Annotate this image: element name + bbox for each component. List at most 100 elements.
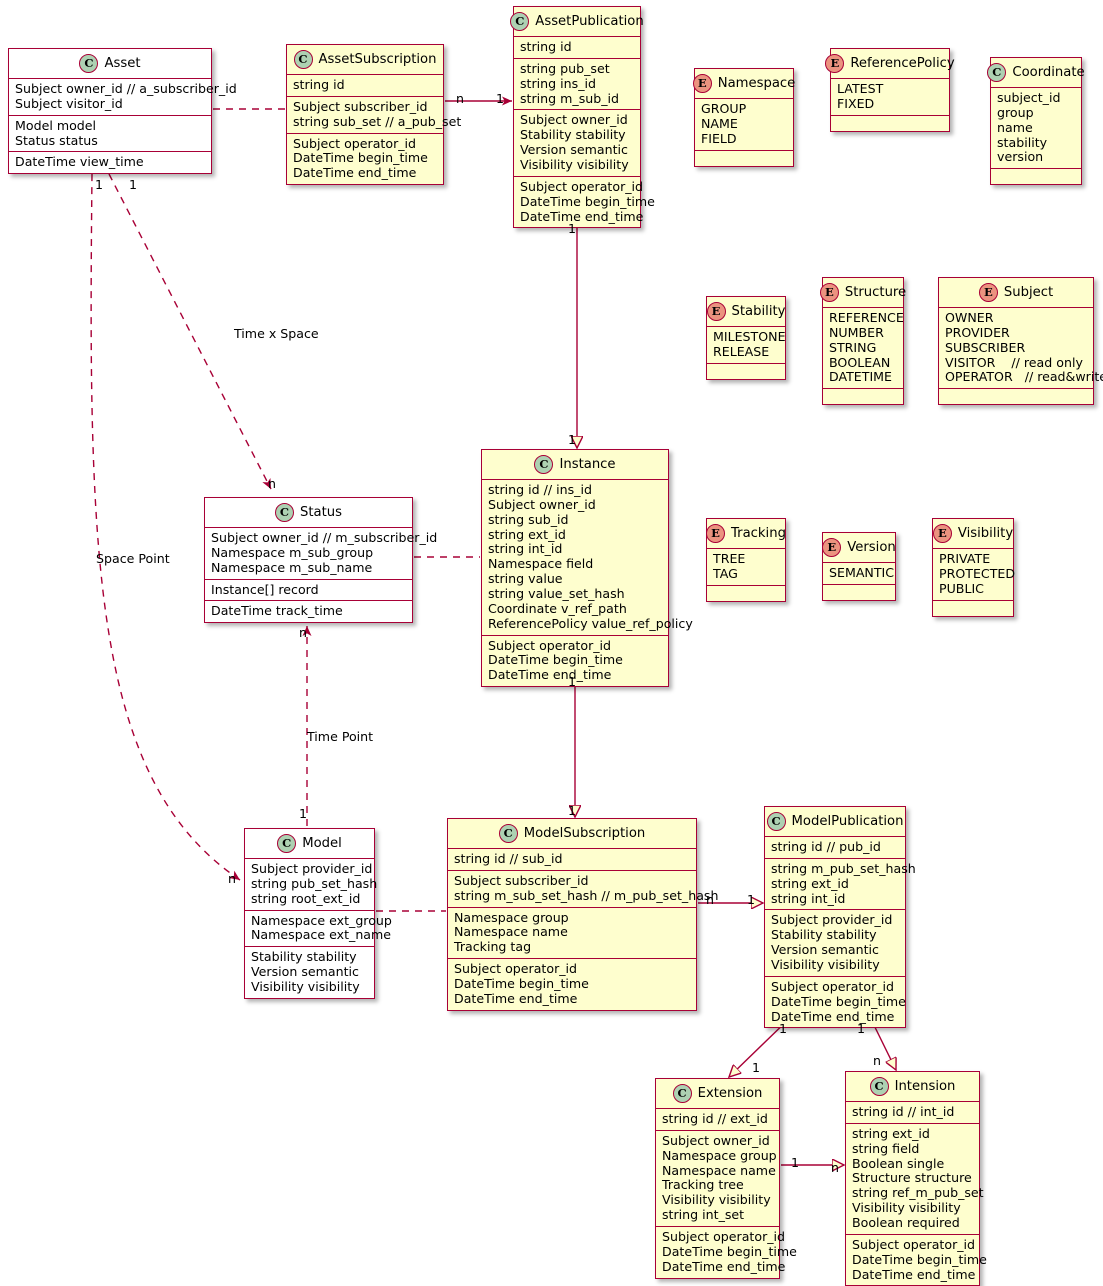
class-header-visibility: E Visibility	[932, 519, 1013, 549]
compartment-assetpublication-2: Subject owner_id Stability stability Versi…	[514, 110, 640, 177]
member-asset-1-0: Model model	[15, 117, 97, 133]
member-extension-1-1: Namespace group	[662, 1147, 777, 1163]
member-version-0-0: SEMANTIC	[829, 565, 895, 580]
multiplicity-modelsub-n: n	[706, 892, 714, 907]
member-instance-0-8: Coordinate v_ref_path	[488, 600, 627, 616]
class-header-version: E Version	[822, 533, 896, 563]
class-header-subject: E Subject	[939, 278, 1093, 308]
member-modelpublication-2-2: Version semantic	[771, 942, 879, 958]
uml-class-instance[interactable]: C Instance string id // ins_id Subject owne…	[481, 449, 693, 688]
uml-class-modelsubscription[interactable]: C ModelSubscription string id // sub_id Sub…	[447, 818, 718, 1011]
uml-class-model[interactable]: C Model Subject provider_id string pub_set_…	[244, 828, 392, 999]
compartment-coordinate-0: subject_id group name stability version	[991, 88, 1081, 170]
class-stereotype-icon: C	[869, 1077, 889, 1096]
compartment-intension-1: string ext_id string field Boolean single S…	[846, 1124, 984, 1235]
uml-class-asset[interactable]: C Asset Subject owner_id // a_subscriber_i…	[8, 48, 237, 175]
multiplicity-status-time-n: n	[299, 625, 307, 640]
class-title-modelpublication: ModelPublication	[791, 814, 904, 829]
member-coordinate-0-1: group	[997, 104, 1034, 120]
uml-class-assetpublication[interactable]: C AssetPublication string id string pub_set…	[510, 6, 655, 229]
member-model-2-1: Version semantic	[251, 964, 359, 980]
class-title-model: Model	[302, 836, 342, 851]
compartment-model-1: Namespace ext_group Namespace ext_name	[245, 911, 392, 948]
member-intension-1-5: Visibility visibility	[852, 1200, 961, 1216]
uml-class-version[interactable]: E Version SEMANTIC	[822, 532, 896, 601]
member-model-0-2: string root_ext_id	[251, 890, 361, 906]
member-extension-1-3: Tracking tree	[662, 1177, 744, 1193]
uml-class-tracking[interactable]: E Tracking TREE TAG	[706, 518, 786, 602]
class-title-tracking: Tracking	[731, 526, 786, 541]
class-header-instance: C Instance	[482, 450, 668, 480]
class-stereotype-icon: C	[277, 834, 297, 853]
member-subject-0-4: OPERATOR // read&write	[945, 369, 1103, 385]
compartment-intension-0: string id // int_id	[846, 1102, 979, 1124]
compartment-modelsubscription-2: Namespace group Namespace name Tracking ta…	[448, 908, 696, 960]
compartment-tracking-0: TREE TAG	[707, 549, 785, 586]
member-instance-0-1: Subject owner_id	[488, 496, 596, 512]
member-subject-0-0: OWNER	[945, 310, 994, 325]
member-modelpublication-1-2: string int_id	[771, 890, 846, 906]
class-title-referencepolicy: ReferencePolicy	[850, 56, 955, 71]
member-assetsubscription-1-0: Subject subscriber_id	[293, 98, 428, 114]
class-header-modelpublication: C ModelPublication	[765, 807, 905, 837]
compartment-modelsubscription-3: Subject operator_id DateTime begin_time Da…	[448, 959, 696, 1010]
class-header-assetsubscription: C AssetSubscription	[287, 45, 443, 75]
member-structure-0-2: STRING	[829, 339, 877, 355]
member-structure-0-0: REFERENCE	[829, 310, 904, 325]
compartment-asset-2: DateTime view_time	[9, 152, 211, 173]
compartment-stability-1	[707, 364, 785, 379]
member-instance-1-0: Subject operator_id	[488, 637, 612, 653]
class-title-coordinate: Coordinate	[1012, 65, 1085, 80]
member-assetpublication-1-2: string m_sub_id	[520, 90, 620, 106]
uml-class-intension[interactable]: C Intension string id // int_id string ext_…	[845, 1071, 987, 1286]
member-modelpublication-2-3: Visibility visibility	[771, 957, 880, 973]
uml-class-structure[interactable]: E Structure REFERENCE NUMBER STRING BOOLEAN DA…	[819, 277, 906, 406]
uml-class-subject[interactable]: E Subject OWNER PROVIDER SUBSCRIBER VISITOR /…	[938, 277, 1103, 406]
class-header-modelsubscription: C ModelSubscription	[448, 819, 696, 849]
multiplicity-assetsub-n: n	[456, 91, 464, 106]
multiplicity-modelsub-top-1: 1	[568, 803, 577, 818]
enum-stereotype-icon: E	[706, 302, 726, 321]
uml-class-referencepolicy[interactable]: E ReferencePolicy LATEST FIXED	[825, 48, 955, 132]
class-title-subject: Subject	[1003, 285, 1054, 300]
compartment-model-0: Subject provider_id string pub_set_hash st…	[245, 859, 377, 911]
member-asset-0-1: Subject visitor_id	[15, 95, 123, 111]
member-modelpublication-3-1: DateTime begin_time	[771, 993, 906, 1009]
member-modelpublication-3-0: Subject operator_id	[771, 978, 895, 994]
uml-class-modelpublication[interactable]: C ModelPublication string id // pub_id stri…	[764, 806, 916, 1029]
compartment-stability-0: MILESTONE RELEASE	[707, 327, 786, 364]
class-title-modelsubscription: ModelSubscription	[523, 826, 646, 841]
uml-class-visibility[interactable]: E Visibility PRIVATE PROTECTED PUBLIC	[932, 518, 1015, 617]
multiplicity-instance-top-1: 1	[568, 432, 577, 447]
member-asset-1-1: Status status	[15, 132, 98, 148]
edge-label-time-point: Time Point	[307, 729, 374, 744]
member-extension-2-1: DateTime begin_time	[662, 1243, 797, 1259]
multiplicity-ext-int-1: 1	[791, 1155, 800, 1170]
class-title-assetsubscription: AssetSubscription	[318, 52, 437, 67]
member-asset-2-0: DateTime view_time	[15, 154, 144, 170]
uml-class-coordinate[interactable]: C Coordinate subject_id group name stability v…	[987, 57, 1085, 186]
uml-class-namespace[interactable]: E Namespace GROUP NAME FIELD	[692, 68, 795, 167]
class-title-extension: Extension	[697, 1086, 763, 1101]
member-subject-0-1: PROVIDER	[945, 324, 1010, 340]
uml-class-assetsubscription[interactable]: C AssetSubscription string id Subject subsc…	[286, 44, 461, 186]
member-namespace-0-0: GROUP	[701, 101, 747, 116]
member-intension-2-1: DateTime begin_time	[852, 1251, 987, 1267]
member-model-2-2: Visibility visibility	[251, 979, 360, 995]
class-stereotype-icon: C	[274, 503, 294, 522]
compartment-asset-1: Model model Status status	[9, 116, 211, 153]
uml-class-diagram-canvas: C Asset Subject owner_id // a_subscriber_i…	[0, 0, 1103, 1286]
uml-class-stability[interactable]: E Stability MILESTONE RELEASE	[706, 296, 786, 380]
member-instance-0-6: string value	[488, 571, 563, 587]
compartment-subject-1	[939, 389, 1093, 404]
compartment-namespace-0: GROUP NAME FIELD	[695, 99, 793, 151]
multiplicity-modelpub-ext-1: 1	[779, 1021, 788, 1036]
class-header-stability: E Stability	[706, 297, 785, 327]
member-stability-0-0: MILESTONE	[713, 329, 786, 344]
edge-label-time-x-space: Time x Space	[234, 326, 319, 341]
uml-class-extension[interactable]: C Extension string id // ext_id Subject own…	[655, 1078, 797, 1279]
uml-class-status[interactable]: C Status Subject owner_id // m_subscriber_…	[204, 497, 438, 624]
member-modelpublication-2-1: Stability stability	[771, 927, 877, 943]
member-status-0-0: Subject owner_id // m_subscriber_id	[211, 530, 438, 545]
member-model-1-0: Namespace ext_group	[251, 912, 392, 928]
